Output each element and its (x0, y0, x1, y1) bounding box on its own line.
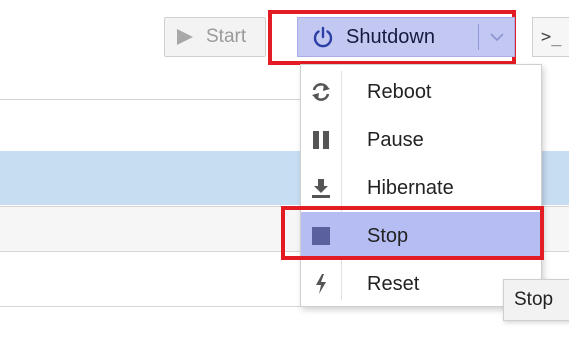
tooltip-text: Stop (514, 289, 554, 310)
menu-item-label: Reboot (367, 80, 432, 103)
shutdown-button[interactable]: Shutdown (297, 17, 515, 57)
shutdown-button-label: Shutdown (346, 25, 435, 48)
console-button[interactable]: >_ (532, 17, 569, 57)
bolt-icon (301, 273, 341, 295)
power-icon (312, 24, 338, 50)
console-button-label: >_ (541, 27, 562, 47)
tooltip: Stop (503, 279, 569, 321)
menu-item-label: Reset (367, 272, 420, 295)
menu-item-pause[interactable]: Pause (301, 116, 541, 164)
menu-item-label: Pause (367, 128, 424, 151)
menu-item-hibernate[interactable]: Hibernate (301, 164, 541, 212)
start-button-label: Start (206, 26, 247, 47)
start-button[interactable]: Start (164, 17, 266, 57)
menu-item-label: Hibernate (367, 176, 454, 199)
refresh-icon (301, 81, 341, 103)
pause-icon (301, 129, 341, 151)
download-icon (301, 177, 341, 199)
table-row-line (0, 99, 300, 100)
menu-item-stop[interactable]: Stop (301, 212, 541, 260)
menu-item-reboot[interactable]: Reboot (301, 68, 541, 116)
chevron-down-icon[interactable] (478, 24, 514, 50)
shutdown-menu: Reboot Pause Hibernate Stop Reset (300, 64, 542, 307)
stop-icon (301, 226, 341, 246)
play-icon (175, 26, 197, 48)
menu-item-label: Stop (367, 224, 409, 247)
